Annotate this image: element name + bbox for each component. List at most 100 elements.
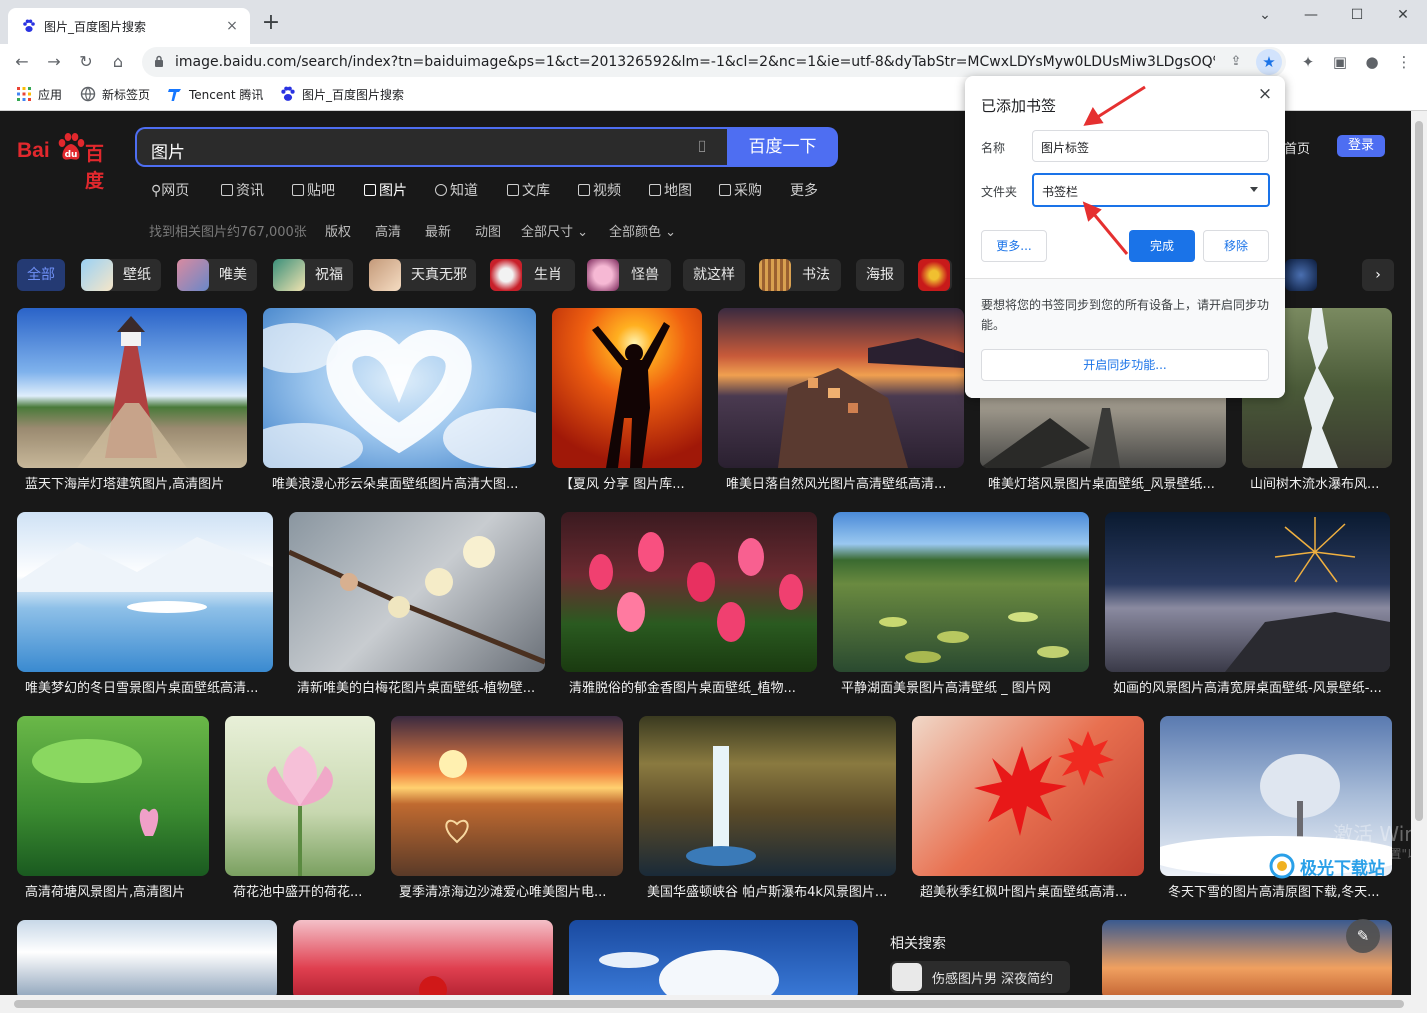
image-winter-snow[interactable] bbox=[17, 512, 273, 672]
chip-justlikethis[interactable]: 就这样 bbox=[683, 259, 745, 291]
image-coastal-town[interactable] bbox=[718, 308, 964, 468]
home-link[interactable]: 首页 bbox=[1284, 138, 1310, 157]
remove-button[interactable]: 移除 bbox=[1203, 230, 1269, 262]
image-caption[interactable]: 夏季清凉海边沙滩爱心唯美图片电... bbox=[399, 881, 623, 900]
chip-partial[interactable] bbox=[1285, 259, 1319, 291]
related-search-item[interactable]: 伤感图片男 深夜简约 bbox=[890, 961, 1070, 993]
image-calm-lake[interactable] bbox=[833, 512, 1089, 672]
image-caption[interactable]: 平静湖面美景图片高清壁纸 _ 图片网 bbox=[841, 677, 1089, 696]
url-text[interactable]: image.baidu.com/search/index?tn=baiduima… bbox=[175, 54, 1215, 70]
image-blue-sky-cloud[interactable] bbox=[569, 920, 858, 995]
image-lotus-bloom[interactable] bbox=[225, 716, 375, 876]
bookmark-tencent[interactable]: Tencent 腾讯 bbox=[167, 86, 263, 104]
side-panel-icon[interactable]: ▣ bbox=[1328, 50, 1352, 74]
share-icon[interactable]: ⇪ bbox=[1226, 52, 1246, 72]
nav-wenku[interactable]: 文库 bbox=[507, 180, 550, 200]
image-caption[interactable]: 高清荷塘风景图片,高清图片 bbox=[25, 881, 209, 900]
browser-tab[interactable]: 图片_百度图片搜索 × bbox=[8, 8, 250, 44]
chip-monster[interactable]: 怪兽 bbox=[587, 259, 671, 291]
image-lighthouse[interactable] bbox=[17, 308, 247, 468]
nav-zhidao[interactable]: 知道 bbox=[435, 180, 478, 200]
image-heart-cloud[interactable] bbox=[263, 308, 536, 468]
image-plum-blossom[interactable] bbox=[289, 512, 545, 672]
search-button[interactable]: 百度一下 bbox=[727, 127, 838, 167]
more-button[interactable]: 更多... bbox=[981, 230, 1047, 262]
edit-pencil-icon[interactable]: ✎ bbox=[1346, 919, 1380, 953]
chip-all[interactable]: 全部 bbox=[17, 259, 65, 291]
chip-poster[interactable]: 海报 bbox=[856, 259, 904, 291]
filter-color-dropdown[interactable]: 全部颜色 ⌄ bbox=[609, 221, 676, 240]
nav-map[interactable]: 地图 bbox=[649, 180, 692, 200]
image-palouse-falls[interactable] bbox=[639, 716, 896, 876]
filter-animated[interactable]: 动图 bbox=[475, 221, 501, 240]
nav-purchase[interactable]: 采购 bbox=[719, 180, 762, 200]
image-tulips[interactable] bbox=[561, 512, 817, 672]
login-button[interactable]: 登录 bbox=[1337, 135, 1385, 157]
extensions-puzzle-icon[interactable]: ✦ bbox=[1296, 50, 1320, 74]
image-fireworks-coast[interactable] bbox=[1105, 512, 1390, 672]
scrollbar-thumb[interactable] bbox=[1415, 121, 1423, 821]
nav-images[interactable]: 图片 bbox=[364, 180, 407, 200]
camera-search-icon[interactable]: ⌷ bbox=[691, 137, 713, 157]
image-caption[interactable]: 美国华盛顿峡谷 帕卢斯瀑布4k风景图片... bbox=[647, 881, 896, 900]
image-caption[interactable]: 蓝天下海岸灯塔建筑图片,高清图片 bbox=[25, 473, 247, 492]
chip-wallpaper[interactable]: 壁纸 bbox=[81, 259, 161, 291]
image-caption[interactable]: 如画的风景图片高清宽屏桌面壁纸-风景壁纸-... bbox=[1113, 677, 1390, 696]
filter-copyright[interactable]: 版权 bbox=[325, 221, 351, 240]
chip-zodiac[interactable]: 生肖 bbox=[490, 259, 575, 291]
image-caption[interactable]: 荷花池中盛开的荷花... bbox=[233, 881, 375, 900]
forward-arrow-icon[interactable]: → bbox=[42, 50, 66, 74]
tab-search-chevron-icon[interactable]: ⌄ bbox=[1242, 0, 1288, 32]
scrollbar-thumb[interactable] bbox=[14, 1000, 1404, 1008]
image-caption[interactable]: 清雅脱俗的郁金香图片桌面壁纸_植物... bbox=[569, 677, 817, 696]
close-tab-icon[interactable]: × bbox=[222, 16, 242, 36]
close-window-icon[interactable]: ✕ bbox=[1380, 0, 1426, 32]
image-caption[interactable]: 唯美浪漫心形云朵桌面壁纸图片高清大图... bbox=[272, 473, 536, 492]
image-caption[interactable]: 清新唯美的白梅花图片桌面壁纸-植物壁... bbox=[297, 677, 545, 696]
home-icon[interactable]: ⌂ bbox=[106, 50, 130, 74]
maximize-icon[interactable]: ☐ bbox=[1334, 0, 1380, 32]
baidu-logo[interactable]: Bai du 百度 bbox=[17, 131, 121, 192]
filter-latest[interactable]: 最新 bbox=[425, 221, 451, 240]
chip-blessing[interactable]: 祝福 bbox=[273, 259, 353, 291]
image-caption[interactable]: 唯美日落自然风光图片高清壁纸高清... bbox=[726, 473, 964, 492]
chip-calligraphy[interactable]: 书法 bbox=[759, 259, 841, 291]
back-arrow-icon[interactable]: ← bbox=[10, 50, 34, 74]
image-caption[interactable]: 唯美灯塔风景图片桌面壁纸_风景壁纸... bbox=[988, 473, 1226, 492]
image-beach-sunset[interactable] bbox=[391, 716, 623, 876]
image-caption[interactable]: 【夏风 分享 图片库... bbox=[560, 473, 702, 492]
bookmark-new-tab[interactable]: 新标签页 bbox=[80, 86, 150, 104]
image-lotus-pond[interactable] bbox=[17, 716, 209, 876]
nav-tieba[interactable]: 贴吧 bbox=[292, 180, 335, 200]
image-caption[interactable]: 冬天下雪的图片高清原图下载,冬天... bbox=[1168, 881, 1392, 900]
profile-avatar-icon[interactable]: ● bbox=[1360, 50, 1384, 74]
reload-icon[interactable]: ↻ bbox=[74, 50, 98, 74]
address-bar[interactable]: image.baidu.com/search/index?tn=baiduima… bbox=[142, 47, 1286, 77]
search-input[interactable]: 图片 ⌷ bbox=[135, 127, 727, 167]
horizontal-scrollbar[interactable] bbox=[0, 995, 1427, 1013]
done-button[interactable]: 完成 bbox=[1129, 230, 1195, 262]
bookmark-name-field[interactable]: 图片标签 bbox=[1032, 130, 1269, 162]
folder-select[interactable]: 书签栏 bbox=[1032, 173, 1270, 207]
bookmark-baidu-images[interactable]: 图片_百度图片搜索 bbox=[280, 86, 404, 104]
image-red-maple[interactable] bbox=[912, 716, 1144, 876]
image-caption[interactable]: 唯美梦幻的冬日雪景图片桌面壁纸高清... bbox=[25, 677, 273, 696]
chip-aesthetic[interactable]: 唯美 bbox=[177, 259, 257, 291]
enable-sync-button[interactable]: 开启同步功能... bbox=[981, 349, 1269, 381]
minimize-icon[interactable]: — bbox=[1288, 0, 1334, 32]
search-query[interactable]: 图片 bbox=[151, 138, 185, 163]
image-sunset-person[interactable] bbox=[552, 308, 702, 468]
image-caption[interactable]: 超美秋季红枫叶图片桌面壁纸高清... bbox=[920, 881, 1144, 900]
image-caption[interactable]: 山间树木流水瀑布风... bbox=[1250, 473, 1392, 492]
filter-size-dropdown[interactable]: 全部尺寸 ⌄ bbox=[521, 221, 588, 240]
bookmark-apps[interactable]: 应用 bbox=[16, 86, 62, 104]
close-icon[interactable]: × bbox=[1253, 82, 1277, 106]
chip-next-button[interactable]: › bbox=[1362, 259, 1394, 291]
nav-news[interactable]: 资讯 bbox=[221, 180, 264, 200]
chip-innocent[interactable]: 天真无邪 bbox=[369, 259, 476, 291]
image-red-flower[interactable] bbox=[293, 920, 553, 995]
nav-video[interactable]: 视频 bbox=[578, 180, 621, 200]
filter-hd[interactable]: 高清 bbox=[375, 221, 401, 240]
new-tab-button[interactable]: + bbox=[260, 12, 282, 35]
vertical-scrollbar[interactable] bbox=[1411, 111, 1427, 995]
